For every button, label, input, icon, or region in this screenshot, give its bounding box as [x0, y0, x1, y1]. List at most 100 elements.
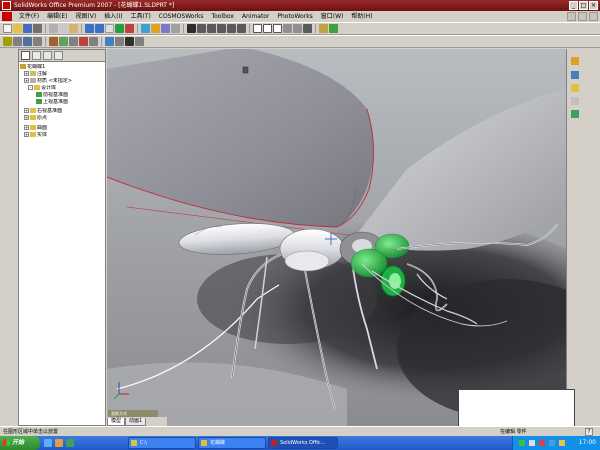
dimxpert-tab-icon[interactable] — [54, 51, 63, 60]
appearance-icon[interactable] — [79, 37, 88, 46]
tree-item-surface[interactable]: + 曲面 — [20, 125, 104, 132]
tree-item-design-library[interactable]: - 设计库 — [20, 85, 104, 92]
expand-icon[interactable]: + — [24, 108, 29, 113]
maximize-button[interactable]: □ — [579, 1, 588, 10]
measure-icon[interactable] — [141, 24, 150, 33]
hidden-lines-icon[interactable] — [263, 24, 272, 33]
taskbar-item-solidworks[interactable]: SolidWorks Offic... — [268, 437, 338, 449]
expand-icon[interactable]: + — [24, 78, 29, 83]
options-icon[interactable] — [125, 24, 134, 33]
pan-icon[interactable] — [237, 24, 246, 33]
print-icon[interactable] — [33, 24, 42, 33]
tree-item-annotations[interactable]: + 注解 — [20, 71, 104, 78]
dropdown-icon[interactable] — [69, 37, 78, 46]
display-style-icon[interactable] — [49, 37, 58, 46]
rebuild-icon[interactable] — [115, 24, 124, 33]
copy-icon[interactable] — [59, 24, 68, 33]
menu-view[interactable]: 视图(V) — [72, 11, 99, 22]
tree-item-body[interactable]: + 实体 — [20, 132, 104, 139]
doc-restore-button[interactable] — [578, 12, 587, 21]
menu-insert[interactable]: 插入(I) — [101, 11, 125, 22]
dropdown-icon[interactable] — [135, 37, 144, 46]
doc-close-button[interactable] — [589, 12, 598, 21]
status-help-icon[interactable]: ? — [585, 428, 593, 436]
tab-model[interactable]: 模型 — [107, 418, 126, 426]
taskbar-item-drive[interactable]: C:\ — [128, 437, 196, 449]
rotate-view-icon[interactable] — [227, 24, 236, 33]
dropdown-icon[interactable] — [33, 37, 42, 46]
clock[interactable]: 17:00 — [579, 436, 596, 450]
zoom-to-fit-icon[interactable] — [187, 24, 196, 33]
section-view-icon[interactable] — [161, 24, 170, 33]
graphics-area[interactable] — [107, 49, 566, 426]
menu-toolbox[interactable]: Toolbox — [208, 11, 237, 22]
media-player-icon[interactable] — [66, 439, 74, 447]
menu-help[interactable]: 帮助(H) — [348, 11, 375, 22]
dropdown-icon[interactable] — [89, 37, 98, 46]
menu-animator[interactable]: Animator — [239, 11, 273, 22]
open-folder-icon[interactable] — [13, 24, 22, 33]
expand-icon[interactable]: + — [24, 132, 29, 137]
redo-icon[interactable] — [95, 24, 104, 33]
menu-window[interactable]: 窗口(W) — [318, 11, 347, 22]
view-orientation-icon[interactable] — [3, 37, 12, 46]
file-explorer-icon[interactable] — [571, 84, 579, 92]
close-button[interactable]: × — [589, 1, 598, 10]
shadows-icon[interactable] — [303, 24, 312, 33]
view-palette-icon[interactable] — [571, 110, 579, 118]
zoom-area-icon[interactable] — [197, 24, 206, 33]
tray-app-icon[interactable] — [559, 440, 565, 446]
cut-icon[interactable] — [49, 24, 58, 33]
search-icon[interactable] — [571, 97, 579, 105]
shaded-with-edges-icon[interactable] — [283, 24, 292, 33]
design-library-icon[interactable] — [571, 71, 579, 79]
undo-icon[interactable] — [85, 24, 94, 33]
dropdown-icon[interactable] — [115, 37, 124, 46]
solidworks-resources-icon[interactable] — [571, 57, 579, 65]
configuration-manager-tab-icon[interactable] — [43, 51, 52, 60]
camera-icon[interactable] — [125, 37, 134, 46]
menu-file[interactable]: 文件(F) — [16, 11, 42, 22]
zoom-in-out-icon[interactable] — [207, 24, 216, 33]
expand-icon[interactable]: + — [24, 71, 29, 76]
taskbar-item-folder[interactable]: 花蝴蝶 — [198, 437, 266, 449]
start-button[interactable]: 开始 — [0, 436, 40, 450]
tree-item-root[interactable]: 花蝴蝶1 — [20, 64, 104, 71]
ie-icon[interactable] — [44, 439, 52, 447]
sketch-icon[interactable] — [319, 24, 328, 33]
network-icon[interactable] — [519, 440, 525, 446]
volume-icon[interactable] — [529, 440, 535, 446]
tree-item-origin[interactable]: + 原点 — [20, 115, 104, 122]
tree-item-front-plane[interactable]: 前视基准面 — [20, 92, 104, 99]
tree-item-material[interactable]: + 材质 <未指定> — [20, 78, 104, 85]
scene-icon[interactable] — [105, 37, 114, 46]
expand-icon[interactable]: + — [24, 125, 29, 130]
help-icon[interactable] — [171, 24, 180, 33]
menu-tools[interactable]: 工具(T) — [127, 11, 153, 22]
wireframe-icon[interactable] — [253, 24, 262, 33]
dropdown-icon[interactable] — [13, 37, 22, 46]
photoworks-icon[interactable] — [329, 24, 338, 33]
collapse-icon[interactable]: - — [28, 85, 33, 90]
hidden-removed-icon[interactable] — [273, 24, 282, 33]
input-method-icon[interactable] — [549, 440, 555, 446]
tree-item-top-plane[interactable]: 上视基准面 — [20, 99, 104, 106]
menu-cosmosworks[interactable]: COSMOSWorks — [156, 11, 207, 22]
doc-minimize-button[interactable] — [567, 12, 576, 21]
feature-manager-tab-icon[interactable] — [21, 51, 30, 60]
menu-photoworks[interactable]: PhotoWorks — [274, 11, 315, 22]
standard-views-icon[interactable] — [23, 37, 32, 46]
new-document-icon[interactable] — [3, 24, 12, 33]
paste-icon[interactable] — [69, 24, 78, 33]
antivirus-icon[interactable] — [539, 440, 545, 446]
mass-properties-icon[interactable] — [151, 24, 160, 33]
tree-item-right-plane[interactable]: + 右视基准面 — [20, 108, 104, 115]
property-manager-tab-icon[interactable] — [32, 51, 41, 60]
minimize-button[interactable]: _ — [569, 1, 578, 10]
zoom-selection-icon[interactable] — [217, 24, 226, 33]
hide-show-icon[interactable] — [59, 37, 68, 46]
show-desktop-icon[interactable] — [55, 439, 63, 447]
expand-icon[interactable]: + — [24, 115, 29, 120]
select-arrow-icon[interactable] — [105, 24, 114, 33]
save-icon[interactable] — [23, 24, 32, 33]
